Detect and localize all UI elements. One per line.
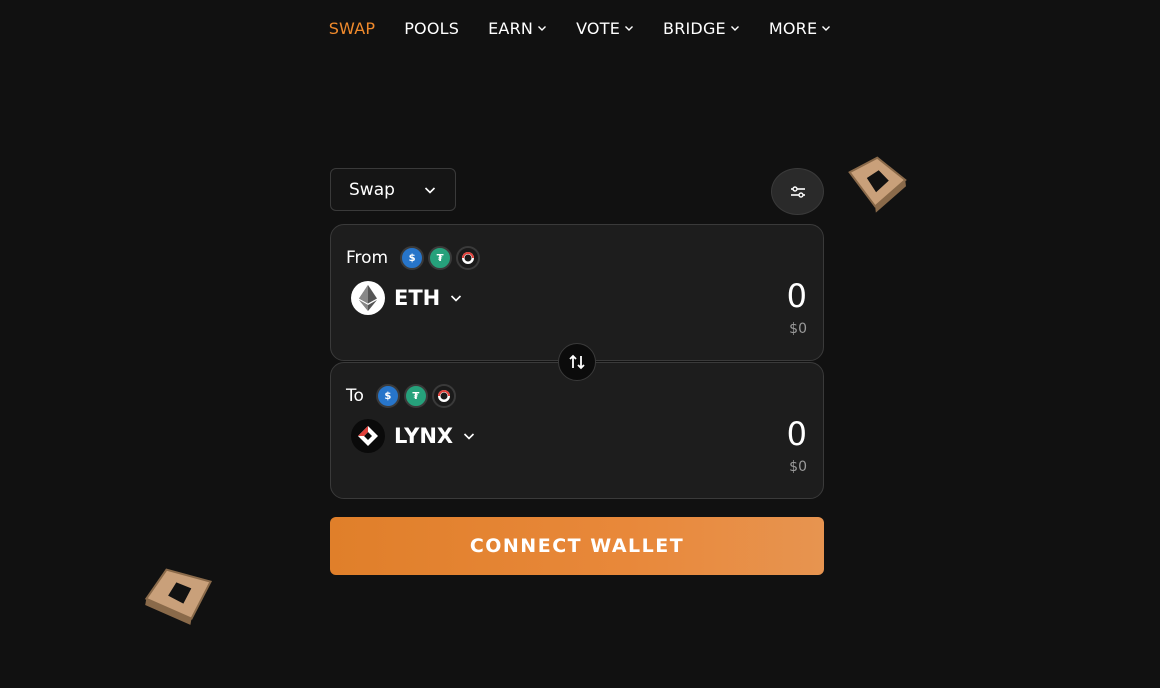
top-nav: SWAP POOLS EARN VOTE BRIDGE MORE (0, 0, 1160, 56)
lynx-icon (351, 419, 385, 453)
nav-swap-label: SWAP (328, 18, 376, 38)
connect-wallet-button[interactable]: CONNECT WALLET (330, 517, 824, 575)
to-label-row: To $ ₮ (346, 384, 456, 408)
chevron-down-icon (424, 186, 436, 194)
nav-pools-label: POOLS (404, 18, 460, 38)
nav-pools[interactable]: POOLS (404, 19, 459, 38)
wbtc-icon[interactable] (456, 246, 481, 270)
chevron-down-icon (822, 26, 831, 31)
eth-icon (351, 281, 385, 315)
nav-vote[interactable]: VOTE (576, 19, 634, 38)
chevron-down-icon (730, 26, 739, 31)
to-usd-value: $0 (789, 459, 807, 475)
usdc-icon[interactable]: $ (375, 384, 400, 408)
from-token-symbol: ETH (394, 286, 441, 310)
flip-tokens-button[interactable] (558, 343, 596, 381)
nav-vote-label: VOTE (576, 18, 621, 38)
usdt-icon[interactable]: ₮ (403, 384, 428, 408)
from-label-row: From $ ₮ (346, 246, 481, 270)
decorative-ring-shape (144, 568, 213, 625)
from-token-select[interactable]: ETH (351, 281, 463, 315)
chevron-down-icon (625, 26, 634, 31)
decorative-ring-shape (848, 156, 907, 213)
swap-mode-label: Swap (349, 179, 395, 200)
to-token-symbol: LYNX (394, 424, 454, 448)
to-panel: To $ ₮ LYNX $0 (330, 362, 824, 499)
nav-swap[interactable]: SWAP (329, 19, 376, 38)
from-label: From (346, 248, 389, 268)
swap-arrows-icon (569, 354, 585, 370)
from-amount-input[interactable] (607, 277, 807, 315)
sliders-icon (790, 185, 805, 198)
nav-more-label: MORE (768, 18, 818, 38)
from-panel: From $ ₮ ETH $0 (330, 224, 824, 361)
nav-bridge[interactable]: BRIDGE (663, 19, 740, 38)
usdt-icon[interactable]: ₮ (428, 246, 453, 270)
from-usd-value: $0 (789, 321, 807, 337)
chevron-down-icon (464, 433, 475, 440)
swap-mode-dropdown[interactable]: Swap (330, 168, 456, 211)
wbtc-icon[interactable] (431, 384, 456, 408)
usdc-icon[interactable]: $ (400, 246, 425, 270)
nav-earn-label: EARN (488, 18, 534, 38)
nav-bridge-label: BRIDGE (663, 18, 726, 38)
to-label: To (346, 386, 364, 406)
nav-earn[interactable]: EARN (488, 19, 547, 38)
quick-token-list: $ ₮ (375, 384, 456, 408)
to-amount-input[interactable] (607, 415, 807, 453)
nav-more[interactable]: MORE (769, 19, 831, 38)
to-token-select[interactable]: LYNX (351, 419, 476, 453)
chevron-down-icon (538, 26, 547, 31)
settings-button[interactable] (771, 168, 824, 215)
chevron-down-icon (451, 295, 462, 302)
quick-token-list: $ ₮ (400, 246, 481, 270)
